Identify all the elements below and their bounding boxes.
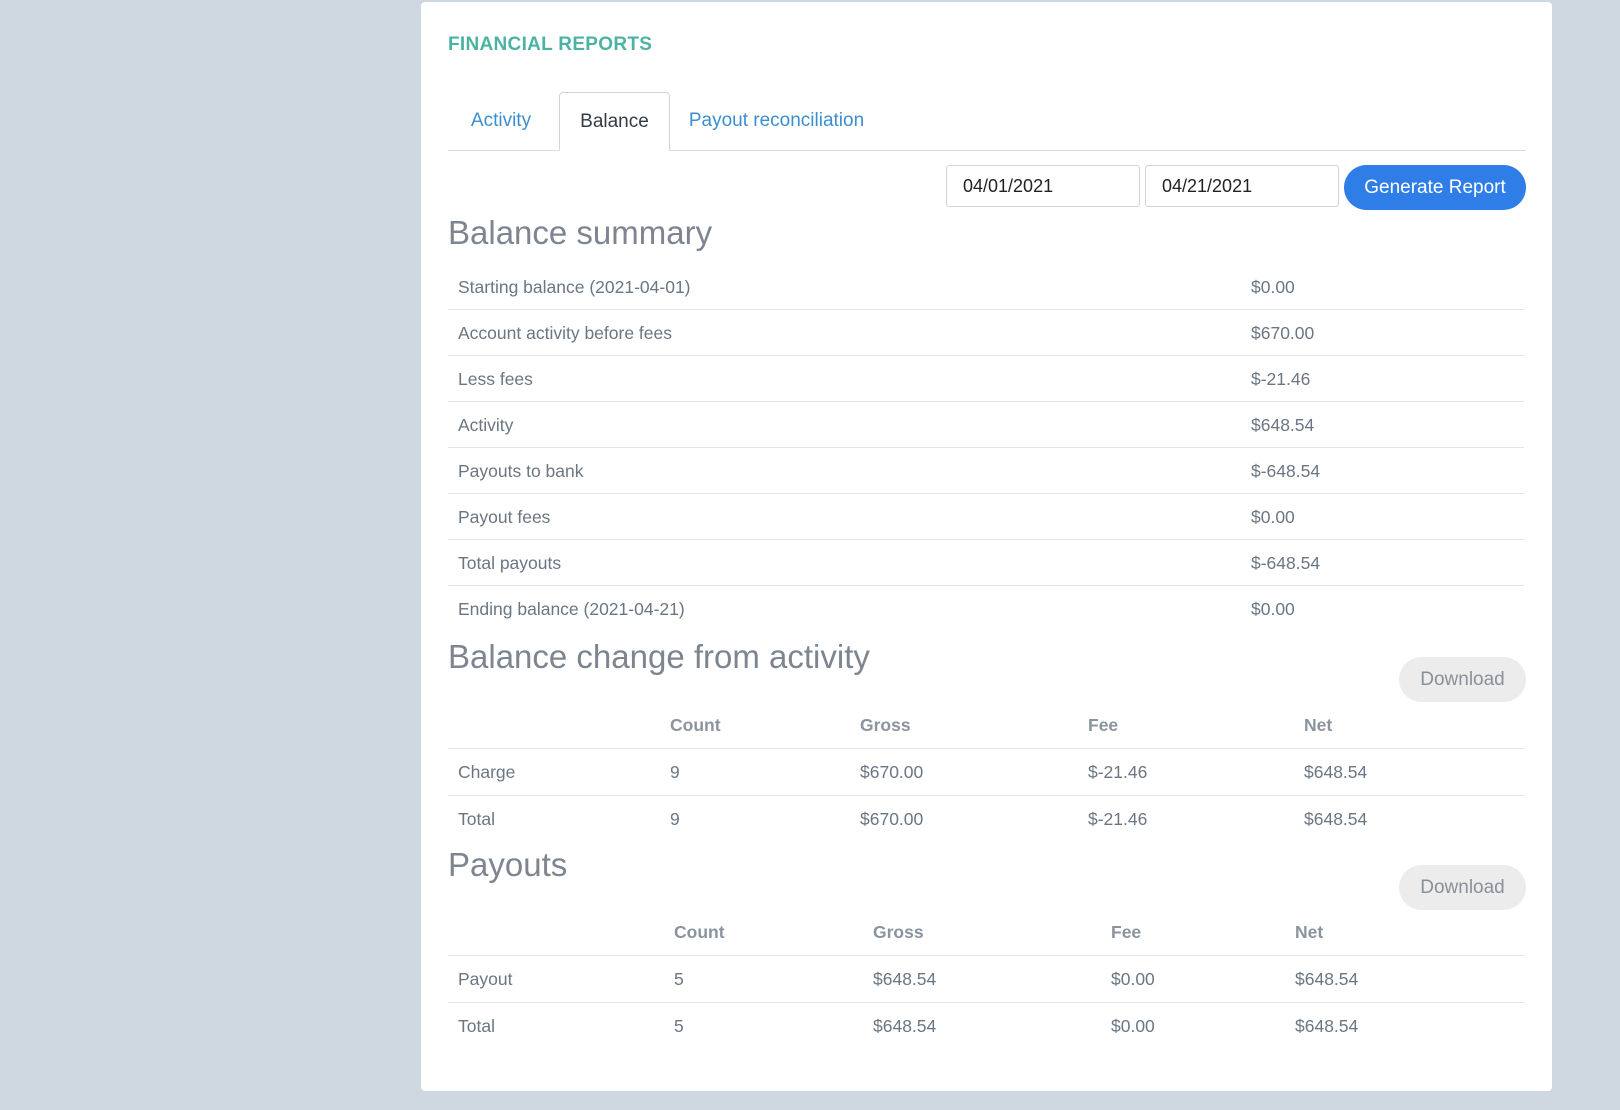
report-tabs: Activity Balance Payout reconciliation	[448, 92, 1526, 151]
summary-row-value: $0.00	[1251, 507, 1295, 527]
financial-reports-panel: FINANCIAL REPORTS Activity Balance Payou…	[421, 2, 1552, 1091]
summary-row-label: Total payouts	[458, 553, 562, 573]
table-cell-count: 9	[670, 809, 680, 829]
summary-row-label: Less fees	[458, 369, 533, 389]
payouts-table: Count Gross Fee Net Payout 5 $648.54 $0.…	[448, 909, 1524, 1049]
summary-row-value: $0.00	[1251, 277, 1295, 297]
balance-summary-title: Balance summary	[448, 214, 713, 251]
summary-row-label: Payout fees	[458, 507, 551, 527]
table-cell-fee: $0.00	[1111, 1016, 1155, 1036]
table-cell-count: 9	[670, 762, 680, 782]
column-header-net: Net	[1304, 715, 1333, 735]
table-row: Total 5 $648.54 $0.00 $648.54	[448, 1003, 1524, 1049]
summary-row: Ending balance (2021-04-21) $0.00	[448, 586, 1524, 631]
summary-row: Starting balance (2021-04-01) $0.00	[448, 264, 1524, 310]
summary-row-label: Ending balance (2021-04-21)	[458, 599, 685, 619]
start-date-input[interactable]	[946, 165, 1140, 207]
balance-change-title: Balance change from activity	[448, 638, 870, 675]
summary-row-label: Payouts to bank	[458, 461, 584, 481]
column-header-fee: Fee	[1088, 715, 1119, 735]
tab-payout-reconciliation[interactable]: Payout reconciliation	[674, 92, 879, 149]
page-title: FINANCIAL REPORTS	[448, 34, 653, 55]
column-header-fee: Fee	[1111, 922, 1142, 942]
column-header-gross: Gross	[860, 715, 911, 735]
column-header-gross: Gross	[873, 922, 924, 942]
summary-row-value: $670.00	[1251, 323, 1315, 343]
table-header-row: Count Gross Fee Net	[448, 702, 1524, 749]
balance-summary-table: Starting balance (2021-04-01) $0.00 Acco…	[448, 264, 1524, 631]
table-cell-fee: $-21.46	[1088, 762, 1148, 782]
table-cell-count: 5	[674, 969, 684, 989]
summary-row-value: $-648.54	[1251, 461, 1321, 481]
column-header-net: Net	[1295, 922, 1324, 942]
summary-row: Account activity before fees $670.00	[448, 310, 1524, 356]
table-cell-type: Total	[458, 1016, 495, 1036]
table-cell-gross: $670.00	[860, 809, 924, 829]
table-cell-type: Total	[458, 809, 495, 829]
column-header-count: Count	[674, 922, 725, 942]
summary-row-label: Activity	[458, 415, 514, 435]
generate-report-button[interactable]: Generate Report	[1344, 165, 1526, 210]
table-cell-type: Payout	[458, 969, 513, 989]
table-cell-gross: $648.54	[873, 969, 937, 989]
summary-row-value: $0.00	[1251, 599, 1295, 619]
column-header-count: Count	[670, 715, 721, 735]
summary-row: Less fees $-21.46	[448, 356, 1524, 402]
payouts-download-button[interactable]: Download	[1399, 865, 1526, 910]
table-cell-net: $648.54	[1295, 1016, 1359, 1036]
table-row: Total 9 $670.00 $-21.46 $648.54	[448, 796, 1524, 842]
payouts-title: Payouts	[448, 846, 568, 883]
table-cell-net: $648.54	[1304, 762, 1368, 782]
table-cell-fee: $0.00	[1111, 969, 1155, 989]
table-cell-net: $648.54	[1304, 809, 1368, 829]
balance-change-table: Count Gross Fee Net Charge 9 $670.00 $-2…	[448, 702, 1524, 842]
table-row: Payout 5 $648.54 $0.00 $648.54	[448, 956, 1524, 1003]
tab-balance[interactable]: Balance	[559, 92, 670, 151]
table-cell-fee: $-21.46	[1088, 809, 1148, 829]
end-date-input[interactable]	[1145, 165, 1339, 207]
table-cell-type: Charge	[458, 762, 516, 782]
summary-row: Payouts to bank $-648.54	[448, 448, 1524, 494]
table-cell-gross: $648.54	[873, 1016, 937, 1036]
summary-row-value: $-21.46	[1251, 369, 1311, 389]
summary-row: Payout fees $0.00	[448, 494, 1524, 540]
table-cell-count: 5	[674, 1016, 684, 1036]
table-row: Charge 9 $670.00 $-21.46 $648.54	[448, 749, 1524, 796]
summary-row-value: $-648.54	[1251, 553, 1321, 573]
summary-row-value: $648.54	[1251, 415, 1315, 435]
table-cell-net: $648.54	[1295, 969, 1359, 989]
summary-row-label: Starting balance (2021-04-01)	[458, 277, 691, 297]
summary-row-label: Account activity before fees	[458, 323, 672, 343]
balance-change-download-button[interactable]: Download	[1399, 657, 1526, 702]
tab-activity[interactable]: Activity	[448, 92, 554, 149]
summary-row: Activity $648.54	[448, 402, 1524, 448]
table-header-row: Count Gross Fee Net	[448, 909, 1524, 956]
table-cell-gross: $670.00	[860, 762, 924, 782]
summary-row: Total payouts $-648.54	[448, 540, 1524, 586]
